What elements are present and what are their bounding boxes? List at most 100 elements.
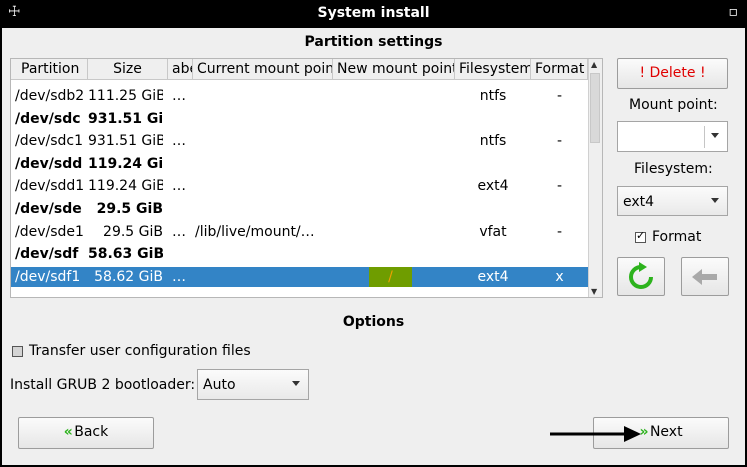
cell-filesystem: ext4 [477, 178, 509, 195]
col-size[interactable]: Size [88, 59, 168, 79]
table-row[interactable]: /dev/sdc 931.51 GiB [11, 109, 588, 129]
filesystem-combo[interactable]: ext4 [617, 186, 728, 216]
cell-current-mount [195, 199, 332, 219]
back-button[interactable]: « Back [18, 417, 154, 449]
col-new-mount[interactable]: New mount point [333, 59, 455, 79]
cell-partition: /dev/sdf [15, 246, 79, 263]
pointer-arrow-icon [550, 426, 641, 442]
cell-filesystem [455, 154, 531, 174]
mount-point-label: Mount point: [629, 97, 718, 113]
cell-label [172, 199, 192, 219]
cell-format: x [555, 268, 564, 285]
cell-filesystem [455, 244, 531, 264]
cell-current-mount [195, 86, 332, 106]
table-row[interactable]: /dev/sdd 119.24 GiB [11, 154, 588, 174]
filesystem-value: ext4 [623, 194, 655, 210]
partition-settings-title: Partition settings [304, 34, 443, 50]
window-content: Partition settings Partition Size abe Cu… [2, 28, 745, 465]
cell-current-mount [195, 131, 332, 151]
cell-size: 111.25 GiB [88, 88, 163, 104]
cell-format [531, 199, 588, 219]
cell-filesystem: ntfs [479, 88, 507, 104]
table-row[interactable]: /dev/sdd1 119.24 GiB … ext4 - [11, 176, 588, 196]
table-row[interactable]: /dev/sde 29.5 GiB [11, 199, 588, 219]
cell-size: 119.24 GiB [88, 155, 163, 172]
format-label: Format [652, 229, 702, 245]
col-format[interactable]: Format [531, 59, 588, 79]
refresh-icon [629, 262, 653, 289]
cell-partition: /dev/sdd [15, 155, 83, 172]
cell-partition: /dev/sdb2 [15, 88, 85, 104]
col-filesystem[interactable]: Filesystem [455, 59, 531, 79]
scroll-up-icon[interactable]: ▲ [591, 60, 597, 69]
grub-label: Install GRUB 2 bootloader: [10, 377, 196, 393]
mount-point-combo[interactable] [617, 121, 728, 152]
table-row[interactable]: /dev/sdf 58.63 GiB [11, 244, 588, 264]
cell-current-mount [195, 244, 332, 264]
cell-label: … [172, 88, 186, 104]
chevron-down-icon [292, 381, 300, 386]
cell-label [172, 109, 192, 129]
cell-size: 931.51 GiB [88, 133, 163, 150]
cell-format: - [556, 88, 563, 104]
cell-current-mount: /lib/live/mount/… [195, 223, 315, 240]
unassign-button[interactable] [681, 257, 729, 296]
format-checkbox[interactable]: ✓ [635, 229, 646, 243]
cell-label [172, 244, 192, 264]
cell-label: … [172, 178, 186, 195]
cell-label: … [172, 133, 186, 150]
cell-format: - [556, 133, 563, 150]
cell-partition: /dev/sde1 [15, 223, 84, 240]
chevron-down-icon [711, 133, 719, 138]
grub-value: Auto [203, 377, 236, 393]
filesystem-label: Filesystem: [634, 161, 713, 177]
col-label[interactable]: abe [168, 59, 193, 79]
cell-partition: /dev/sde [15, 201, 82, 217]
cell-filesystem: ntfs [479, 133, 507, 150]
col-current-mount[interactable]: Current mount point [193, 59, 333, 79]
cell-size: 29.5 GiB [96, 201, 163, 217]
cell-partition: /dev/sdf1 [15, 268, 81, 285]
scroll-down-icon[interactable]: ▼ [591, 287, 597, 296]
cell-size: 931.51 GiB [88, 110, 163, 127]
cell-current-mount [195, 154, 332, 174]
cell-size: 119.24 GiB [88, 178, 163, 195]
cell-filesystem [455, 109, 531, 129]
cell-format: - [556, 223, 563, 240]
cell-filesystem [455, 199, 531, 219]
table-row[interactable]: /dev/sdf1 58.62 GiB … ext4 x / [11, 266, 588, 287]
delete-button[interactable]: ! Delete ! [617, 58, 728, 89]
cell-partition: /dev/sdc1 [15, 133, 84, 150]
title-bar: ☩ System install ▫ [0, 0, 747, 28]
cell-filesystem: vfat [479, 223, 507, 240]
cell-format: - [556, 178, 563, 195]
partition-table[interactable]: Partition Size abe Current mount point N… [10, 58, 603, 298]
table-scrollbar[interactable]: ▲ ▼ [588, 59, 602, 297]
cell-new-mount[interactable]: / [369, 266, 412, 287]
cell-format [531, 244, 588, 264]
cell-current-mount [195, 176, 332, 196]
table-row[interactable]: /dev/sdb2 111.25 GiB … ntfs - [11, 86, 588, 106]
maximize-icon[interactable]: ▫ [729, 4, 739, 20]
cell-label [172, 154, 192, 174]
transfer-config-checkbox[interactable] [12, 346, 23, 357]
table-row[interactable]: /dev/sde1 29.5 GiB … /lib/live/mount/… vfat - [11, 222, 588, 242]
refresh-button[interactable] [617, 257, 665, 296]
scroll-thumb[interactable] [590, 73, 600, 143]
cell-size: 58.63 GiB [88, 246, 163, 263]
transfer-config-label: Transfer user configuration files [29, 343, 251, 359]
chevron-down-icon [711, 198, 719, 203]
cell-label: … [172, 223, 186, 240]
table-row[interactable]: /dev/sdc1 931.51 GiB … ntfs - [11, 131, 588, 151]
table-header: Partition Size abe Current mount point N… [11, 59, 588, 80]
col-partition[interactable]: Partition [11, 59, 88, 79]
cell-format [531, 154, 588, 174]
grub-combo[interactable]: Auto [197, 369, 309, 400]
delete-label: ! Delete ! [639, 65, 706, 81]
cell-partition: /dev/sdc [15, 110, 81, 127]
cell-current-mount [195, 267, 332, 287]
check-mark-icon: ✓ [636, 229, 646, 242]
chevron-left-icon: « [63, 424, 73, 440]
next-label: Next [649, 424, 683, 440]
cell-size: 58.62 GiB [94, 268, 163, 285]
